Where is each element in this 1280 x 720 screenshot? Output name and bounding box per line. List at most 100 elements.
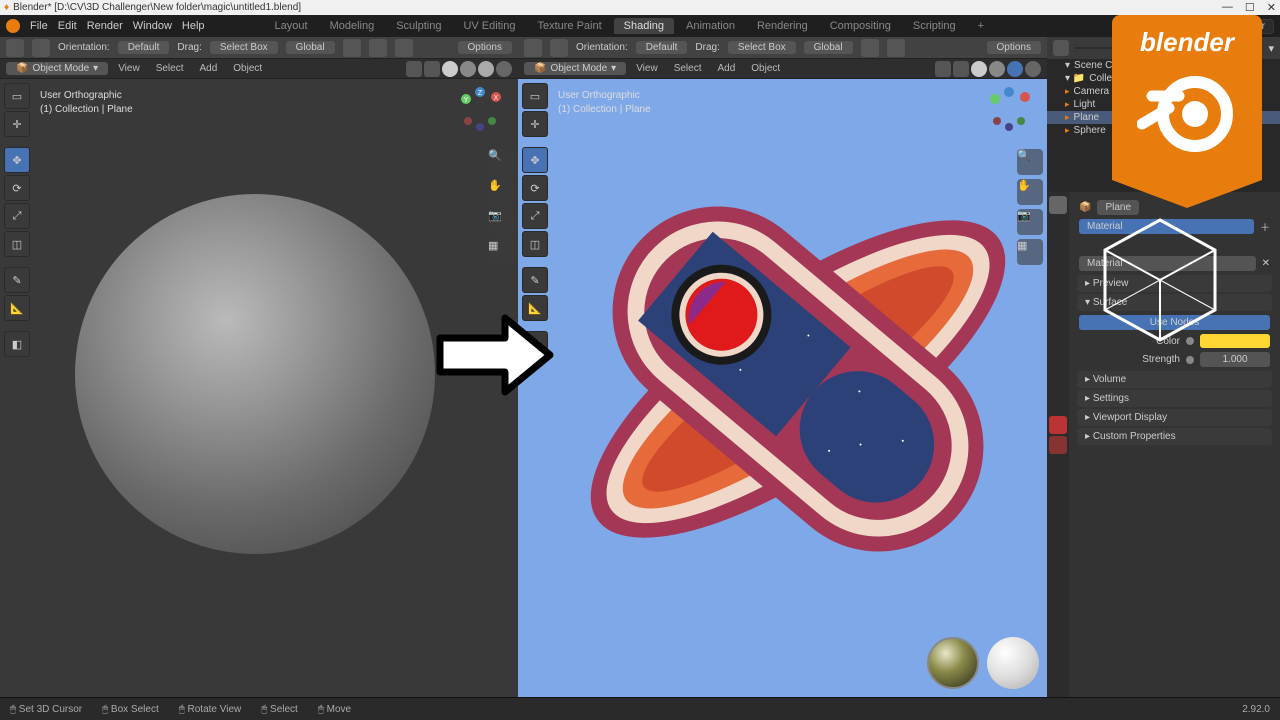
submenu-object[interactable]: Object bbox=[227, 62, 268, 75]
snap-type-icon[interactable] bbox=[369, 39, 387, 57]
prop-tab-particle[interactable] bbox=[1049, 336, 1067, 354]
tab-add[interactable]: + bbox=[968, 18, 994, 34]
prop-tab-constraint[interactable] bbox=[1049, 376, 1067, 394]
shading-toggle[interactable] bbox=[406, 61, 422, 77]
prop-tab-texture[interactable] bbox=[1049, 436, 1067, 454]
prop-tab-render[interactable] bbox=[1049, 196, 1067, 214]
shade-render-icon[interactable] bbox=[1025, 61, 1041, 77]
shade-material-icon[interactable] bbox=[1007, 61, 1023, 77]
menu-render[interactable]: Render bbox=[87, 20, 123, 32]
close-button[interactable]: ✕ bbox=[1267, 1, 1276, 14]
tool-annotate[interactable]: ✎ bbox=[522, 267, 548, 293]
transform-dropdown[interactable]: Global bbox=[286, 41, 335, 54]
tool-rotate[interactable]: ⟳ bbox=[4, 175, 30, 201]
tab-shading[interactable]: Shading bbox=[614, 18, 674, 34]
prop-tab-output[interactable] bbox=[1049, 216, 1067, 234]
tool-cursor[interactable]: ✛ bbox=[522, 111, 548, 137]
ortho-gizmo[interactable]: ▦ bbox=[488, 239, 514, 265]
mode-dropdown[interactable]: 📦 Object Mode ▾ bbox=[524, 62, 626, 75]
snap-icon[interactable] bbox=[343, 39, 361, 57]
prop-tab-material[interactable] bbox=[1049, 416, 1067, 434]
tool-transform[interactable]: ◫ bbox=[4, 231, 30, 257]
outliner-type-icon[interactable] bbox=[1053, 40, 1069, 56]
prop-tab-world[interactable] bbox=[1049, 276, 1067, 294]
menu-file[interactable]: File bbox=[30, 20, 48, 32]
submenu-view[interactable]: View bbox=[112, 62, 146, 75]
cursor-icon[interactable] bbox=[32, 39, 50, 57]
viewport-canvas-right[interactable]: ▭ ✛ ✥ ⟳ ⤢ ◫ ✎ 📐 ◧ User Orthographic (1) … bbox=[518, 79, 1047, 697]
zoom-gizmo[interactable]: 🔍 bbox=[488, 149, 514, 175]
tool-select[interactable]: ▭ bbox=[522, 83, 548, 109]
submenu-add[interactable]: Add bbox=[193, 62, 223, 75]
prop-tab-physics[interactable] bbox=[1049, 356, 1067, 374]
strength-socket-icon[interactable] bbox=[1186, 356, 1194, 364]
transform-dropdown[interactable]: Global bbox=[804, 41, 853, 54]
shade-solid-icon[interactable] bbox=[989, 61, 1005, 77]
camera-gizmo[interactable]: 📷 bbox=[488, 209, 514, 235]
tool-move[interactable]: ✥ bbox=[4, 147, 30, 173]
unlink-icon[interactable]: ✕ bbox=[1262, 258, 1270, 269]
tool-rotate[interactable]: ⟳ bbox=[522, 175, 548, 201]
section-volume[interactable]: ▸ Volume bbox=[1077, 371, 1272, 388]
axis-gizmo[interactable]: X Y Z bbox=[456, 87, 504, 135]
minimize-button[interactable]: — bbox=[1222, 1, 1233, 14]
filter-icon[interactable]: ▾ bbox=[1268, 42, 1274, 55]
tab-compositing[interactable]: Compositing bbox=[820, 18, 901, 34]
tab-scripting[interactable]: Scripting bbox=[903, 18, 966, 34]
tool-move[interactable]: ✥ bbox=[522, 147, 548, 173]
strength-value[interactable]: 1.000 bbox=[1200, 352, 1270, 367]
cursor-icon[interactable] bbox=[550, 39, 568, 57]
submenu-add[interactable]: Add bbox=[711, 62, 741, 75]
maximize-button[interactable]: ☐ bbox=[1245, 1, 1255, 14]
proportional-icon[interactable] bbox=[395, 39, 413, 57]
tab-animation[interactable]: Animation bbox=[676, 18, 745, 34]
prop-tab-scene[interactable] bbox=[1049, 256, 1067, 274]
tool-select[interactable]: ▭ bbox=[4, 83, 30, 109]
add-slot-icon[interactable]: ＋ bbox=[1260, 219, 1270, 234]
menu-window[interactable]: Window bbox=[133, 20, 172, 32]
prop-tab-view[interactable] bbox=[1049, 236, 1067, 254]
section-viewport[interactable]: ▸ Viewport Display bbox=[1077, 409, 1272, 426]
mode-dropdown[interactable]: 📦 Object Mode ▾ bbox=[6, 62, 108, 75]
drag-dropdown[interactable]: Select Box bbox=[728, 41, 796, 54]
submenu-select[interactable]: Select bbox=[150, 62, 190, 75]
submenu-object[interactable]: Object bbox=[745, 62, 786, 75]
pan-gizmo[interactable]: ✋ bbox=[488, 179, 514, 205]
shade-material-icon[interactable] bbox=[478, 61, 494, 77]
menu-help[interactable]: Help bbox=[182, 20, 205, 32]
prop-tab-object[interactable] bbox=[1049, 296, 1067, 314]
shade-wire-icon[interactable] bbox=[971, 61, 987, 77]
tool-annotate[interactable]: ✎ bbox=[4, 267, 30, 293]
menu-edit[interactable]: Edit bbox=[58, 20, 77, 32]
tab-uv[interactable]: UV Editing bbox=[453, 18, 525, 34]
gizmo-toggle[interactable] bbox=[953, 61, 969, 77]
section-custom[interactable]: ▸ Custom Properties bbox=[1077, 428, 1272, 445]
tab-rendering[interactable]: Rendering bbox=[747, 18, 818, 34]
submenu-select[interactable]: Select bbox=[668, 62, 708, 75]
orientation-dropdown[interactable]: Default bbox=[118, 41, 170, 54]
tool-transform[interactable]: ◫ bbox=[522, 231, 548, 257]
drag-dropdown[interactable]: Select Box bbox=[210, 41, 278, 54]
shading-toggle[interactable] bbox=[935, 61, 951, 77]
tab-sculpting[interactable]: Sculpting bbox=[386, 18, 451, 34]
gizmo-toggle[interactable] bbox=[424, 61, 440, 77]
prop-tab-modifier[interactable] bbox=[1049, 316, 1067, 334]
tool-addcube[interactable]: ◧ bbox=[4, 331, 30, 357]
tool-cursor[interactable]: ✛ bbox=[4, 111, 30, 137]
shade-render-icon[interactable] bbox=[496, 61, 512, 77]
section-settings[interactable]: ▸ Settings bbox=[1077, 390, 1272, 407]
snap-icon[interactable] bbox=[861, 39, 879, 57]
options-dropdown[interactable]: Options bbox=[458, 41, 512, 54]
shade-solid-icon[interactable] bbox=[460, 61, 476, 77]
tab-modeling[interactable]: Modeling bbox=[320, 18, 385, 34]
editor-type-icon[interactable] bbox=[524, 39, 542, 57]
editor-type-icon[interactable] bbox=[6, 39, 24, 57]
submenu-view[interactable]: View bbox=[630, 62, 664, 75]
tab-layout[interactable]: Layout bbox=[265, 18, 318, 34]
prop-tab-data[interactable] bbox=[1049, 396, 1067, 414]
snap-type-icon[interactable] bbox=[887, 39, 905, 57]
tool-scale[interactable]: ⤢ bbox=[522, 203, 548, 229]
options-dropdown[interactable]: Options bbox=[987, 41, 1041, 54]
shade-wire-icon[interactable] bbox=[442, 61, 458, 77]
tool-measure[interactable]: 📐 bbox=[4, 295, 30, 321]
